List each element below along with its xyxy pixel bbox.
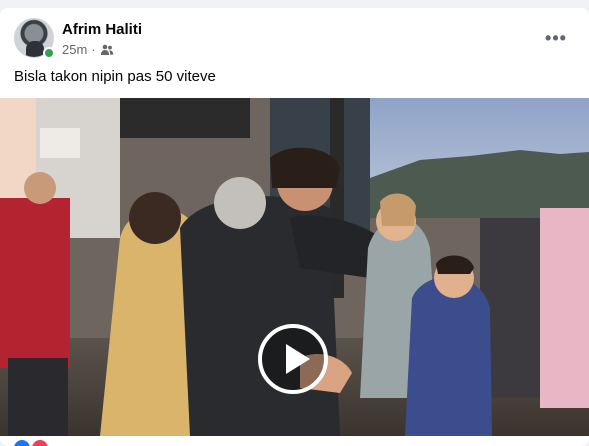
post-meta: 25m · [62, 42, 114, 57]
post-time[interactable]: 25m [62, 42, 87, 57]
play-button[interactable] [258, 324, 328, 394]
author-name[interactable]: Afrim Haliti [62, 21, 142, 38]
like-reaction-icon [14, 440, 30, 446]
author-avatar[interactable] [14, 18, 55, 59]
more-options-button[interactable]: ••• [544, 28, 568, 48]
online-status-dot [43, 47, 55, 59]
meta-separator: · [91, 42, 96, 57]
video-player[interactable] [0, 98, 589, 436]
post-text: Bisla takon nipin pas 50 viteve [14, 68, 216, 85]
love-reaction-icon [32, 440, 48, 446]
post-card: Afrim Haliti 25m · ••• Bisla takon nipin… [0, 8, 589, 446]
post-header: Afrim Haliti 25m · ••• [14, 18, 574, 62]
friends-icon[interactable] [100, 44, 114, 56]
reactions-summary[interactable] [14, 440, 48, 446]
